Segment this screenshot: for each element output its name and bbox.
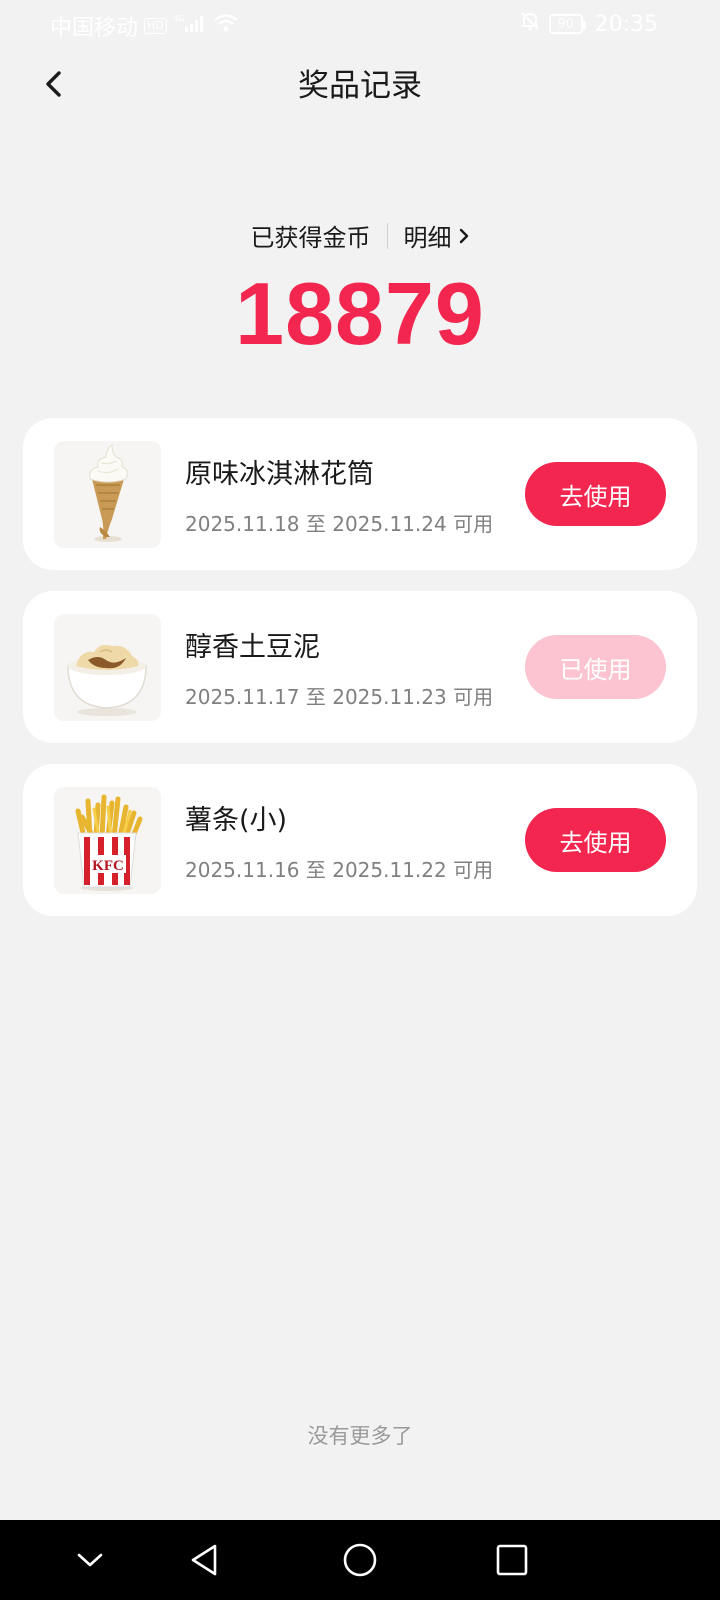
prize-validity: 2025.11.18 至 2025.11.24 可用 bbox=[185, 512, 494, 536]
prize-name: 原味冰淇淋花筒 bbox=[185, 459, 374, 490]
used-button[interactable]: 已使用 bbox=[525, 635, 666, 699]
mute-bell-icon bbox=[519, 10, 541, 38]
coins-header: 已获得金币 明细 bbox=[0, 218, 720, 253]
network-type: 4G bbox=[173, 14, 184, 23]
chevron-right-icon bbox=[459, 228, 468, 243]
status-bar: 中国移动 HD 4G 90 20:35 bbox=[0, 0, 720, 50]
prize-validity: 2025.11.16 至 2025.11.22 可用 bbox=[185, 858, 494, 882]
system-nav-bar bbox=[0, 1520, 720, 1600]
prize-card: 原味冰淇淋花筒 2025.11.18 至 2025.11.24 可用 去使用 bbox=[23, 418, 697, 570]
detail-link-label: 明细 bbox=[403, 224, 452, 252]
coins-label: 已获得金币 bbox=[250, 224, 371, 252]
divider bbox=[386, 222, 388, 249]
svg-text:KFC: KFC bbox=[92, 858, 124, 874]
prize-card: 醇香土豆泥 2025.11.17 至 2025.11.23 可用 已使用 bbox=[23, 591, 697, 743]
status-time: 20:35 bbox=[594, 11, 658, 37]
chevron-down-icon bbox=[77, 1553, 103, 1567]
prize-records-screen: 中国移动 HD 4G 90 20:35 奖品记录 已获得金币 明细 18879 … bbox=[0, 0, 720, 1600]
prize-validity: 2025.11.17 至 2025.11.23 可用 bbox=[185, 685, 494, 709]
page-title: 奖品记录 bbox=[298, 68, 422, 104]
prize-card: KFC 薯条(小) 2025.11.16 至 2025.11.22 可用 去使用 bbox=[23, 764, 697, 916]
prize-name: 醇香土豆泥 bbox=[185, 632, 320, 663]
ice-cream-cone-image bbox=[54, 441, 161, 548]
mashed-potato-bowl-image bbox=[54, 614, 161, 721]
nav-hide-button[interactable] bbox=[66, 1536, 114, 1584]
no-more-text: 没有更多了 bbox=[307, 1424, 413, 1448]
nav-back-button[interactable] bbox=[180, 1536, 228, 1584]
triangle-back-icon bbox=[191, 1544, 217, 1576]
coins-value: 18879 bbox=[235, 264, 485, 363]
square-recents-icon bbox=[496, 1544, 528, 1576]
hd-badge: HD bbox=[144, 18, 167, 34]
detail-link[interactable]: 明细 bbox=[404, 218, 470, 253]
use-button[interactable]: 去使用 bbox=[525, 462, 666, 526]
prize-name: 薯条(小) bbox=[185, 805, 288, 836]
nav-recents-button[interactable] bbox=[488, 1536, 536, 1584]
carrier-name: 中国移动 bbox=[50, 16, 139, 41]
signal-icon: 4G bbox=[173, 13, 207, 39]
use-button[interactable]: 去使用 bbox=[525, 808, 666, 872]
nav-home-button[interactable] bbox=[336, 1536, 384, 1584]
wifi-icon bbox=[213, 13, 239, 39]
circle-home-icon bbox=[343, 1543, 377, 1577]
french-fries-image: KFC bbox=[54, 787, 161, 894]
battery-indicator: 90 bbox=[548, 14, 586, 34]
